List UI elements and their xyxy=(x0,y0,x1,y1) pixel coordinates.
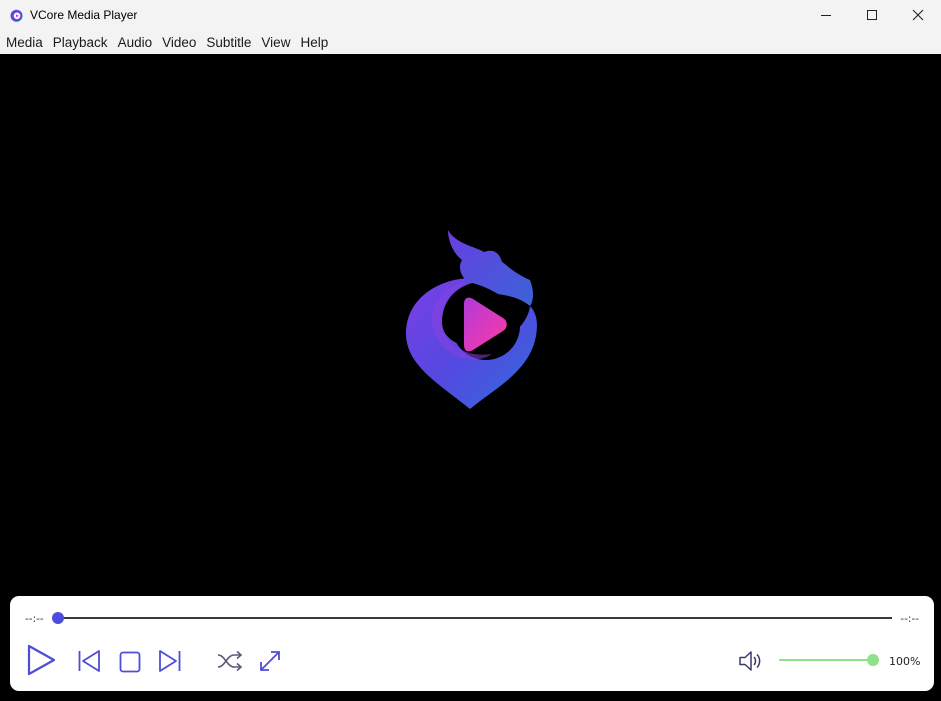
seek-bar[interactable] xyxy=(56,617,892,619)
play-button[interactable] xyxy=(24,643,58,677)
total-time: --:-- xyxy=(900,613,919,625)
menu-help[interactable]: Help xyxy=(296,30,332,54)
minimize-icon xyxy=(821,15,831,16)
seek-handle[interactable] xyxy=(52,612,64,624)
skip-next-icon xyxy=(159,650,181,672)
fullscreen-button[interactable] xyxy=(257,648,283,674)
stop-button[interactable] xyxy=(117,649,143,675)
menu-media[interactable]: Media xyxy=(2,30,47,54)
menu-video[interactable]: Video xyxy=(158,30,200,54)
minimize-button[interactable] xyxy=(803,0,849,30)
window-title: VCore Media Player xyxy=(30,8,138,22)
fullscreen-icon xyxy=(260,651,280,671)
close-icon xyxy=(912,9,924,21)
menu-bar: Media Playback Audio Video Subtitle View… xyxy=(0,30,941,54)
menu-subtitle[interactable]: Subtitle xyxy=(202,30,255,54)
play-icon xyxy=(27,644,56,676)
playback-controls-panel: --:-- --:-- 100% xyxy=(10,596,934,691)
menu-audio[interactable]: Audio xyxy=(114,30,157,54)
volume-icon xyxy=(739,651,761,671)
menu-playback[interactable]: Playback xyxy=(49,30,112,54)
volume-percent: 100% xyxy=(889,655,921,668)
volume-slider[interactable] xyxy=(779,659,874,661)
dragon-play-logo xyxy=(402,226,542,412)
volume-handle[interactable] xyxy=(867,654,879,666)
title-bar: VCore Media Player xyxy=(0,0,941,30)
menu-view[interactable]: View xyxy=(257,30,294,54)
maximize-button[interactable] xyxy=(849,0,895,30)
maximize-icon xyxy=(867,10,877,20)
skip-previous-icon xyxy=(78,650,100,672)
stop-icon xyxy=(119,651,141,673)
volume-button[interactable] xyxy=(737,649,765,673)
close-button[interactable] xyxy=(895,0,941,30)
previous-button[interactable] xyxy=(76,648,102,674)
next-button[interactable] xyxy=(157,648,183,674)
shuffle-button[interactable] xyxy=(216,649,244,673)
elapsed-time: --:-- xyxy=(25,613,44,625)
vcore-logo-icon xyxy=(10,9,23,22)
shuffle-icon xyxy=(217,650,243,672)
